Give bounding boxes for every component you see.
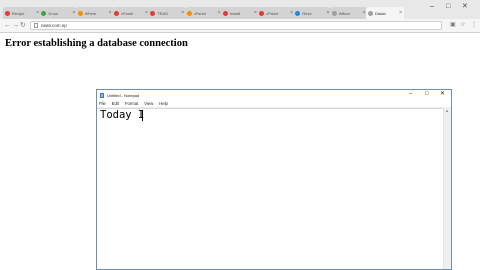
browser-tab[interactable]: cPanel ×	[184, 7, 223, 19]
tab-label: cPanel	[120, 10, 134, 16]
browser-tab[interactable]: Where ×	[75, 7, 114, 19]
tab-label: Rese	[302, 10, 312, 16]
browser-close-button[interactable]: ✕	[462, 3, 468, 10]
address-bar[interactable]: rieati.com.np	[30, 21, 442, 30]
tab-close-icon[interactable]: ×	[326, 10, 329, 16]
menu-icon[interactable]: ⋮	[471, 22, 477, 29]
notepad-close-button[interactable]: ✕	[440, 91, 445, 98]
tab-label: Where	[84, 10, 97, 16]
browser-tab[interactable]: Recipe ×	[3, 7, 41, 19]
tab-favicon-icon	[150, 10, 156, 16]
tab-label: cPanel	[266, 10, 279, 16]
error-heading: Error establishing a database connection	[5, 38, 188, 49]
notepad-scrollbar[interactable]: ▲	[443, 108, 451, 269]
extension-icon[interactable]: ▣	[450, 22, 456, 29]
notepad-window: Untitled - Notepad – □ ✕ File Edit Forma…	[96, 89, 452, 270]
reload-icon[interactable]: ↻	[20, 21, 26, 30]
notepad-icon	[100, 92, 104, 98]
url-text: rieati.com.np	[41, 23, 67, 28]
back-icon[interactable]: ←	[4, 21, 11, 30]
tab-favicon-icon	[222, 10, 228, 16]
tab-favicon-icon	[295, 10, 301, 16]
browser-tab[interactable]: Wiktor ×	[329, 7, 368, 19]
menu-edit[interactable]: Edit	[112, 101, 119, 106]
browser-tab[interactable]: cPanel ×	[111, 7, 150, 19]
browser-tab[interactable]: Rese ×	[293, 7, 332, 19]
tab-close-icon[interactable]: ×	[181, 10, 184, 16]
browser-minimize-button[interactable]: –	[430, 3, 434, 10]
tab-favicon-icon	[259, 10, 265, 16]
notepad-title: Untitled - Notepad	[107, 92, 140, 98]
tab-favicon-icon	[368, 10, 373, 16]
forward-icon[interactable]: →	[12, 21, 19, 30]
menu-view[interactable]: View	[144, 101, 153, 106]
notepad-titlebar[interactable]: Untitled - Notepad – □ ✕	[97, 90, 451, 100]
menu-file[interactable]: File	[99, 101, 106, 106]
tab-favicon-icon	[5, 10, 10, 16]
tab-favicon-icon	[41, 10, 47, 16]
text-caret	[142, 110, 143, 121]
scroll-up-icon[interactable]: ▲	[445, 108, 449, 113]
tab-favicon-icon	[77, 10, 83, 16]
tab-label: Wiktor	[338, 10, 351, 16]
browser-tab-strip: Recipe × Grow × Where × cPanel × TRAD × cPanel × Ins…	[0, 0, 480, 19]
browser-tab[interactable]: cPanel ×	[257, 7, 296, 19]
tab-close-icon[interactable]: ×	[72, 10, 75, 16]
tab-favicon-icon	[113, 10, 119, 16]
tab-label: Datab	[375, 10, 386, 16]
tab-label: Grow	[48, 10, 58, 16]
browser-tab[interactable]: Datab ×	[366, 7, 404, 19]
tab-favicon-icon	[331, 10, 337, 16]
browser-tab[interactable]: TRAD ×	[148, 7, 187, 19]
menu-help[interactable]: Help	[159, 101, 168, 106]
tab-close-icon[interactable]: ×	[399, 10, 402, 16]
notepad-maximize-button[interactable]: □	[425, 91, 429, 98]
browser-tab[interactable]: Grow ×	[39, 7, 78, 19]
browser-maximize-button[interactable]: □	[446, 3, 450, 10]
tab-label: TRAD	[157, 10, 169, 16]
notepad-menubar: File Edit Format View Help	[97, 100, 451, 108]
notepad-minimize-button[interactable]: –	[409, 91, 412, 98]
bookmark-star-icon[interactable]: ☆	[460, 22, 465, 29]
tab-favicon-icon	[186, 10, 192, 16]
browser-toolbar: ← → ↻ rieati.com.np ▣ ☆ ⋮	[0, 19, 480, 33]
tab-label: Install	[229, 10, 241, 16]
tab-label: Recipe	[12, 10, 25, 16]
notepad-text-content: Today I	[100, 109, 145, 121]
tab-label: cPanel	[193, 10, 206, 16]
browser-tab[interactable]: Install ×	[220, 7, 259, 19]
menu-format[interactable]: Format	[125, 101, 138, 106]
page-info-icon[interactable]	[34, 23, 38, 28]
notepad-text-area[interactable]: Today I	[97, 108, 444, 269]
